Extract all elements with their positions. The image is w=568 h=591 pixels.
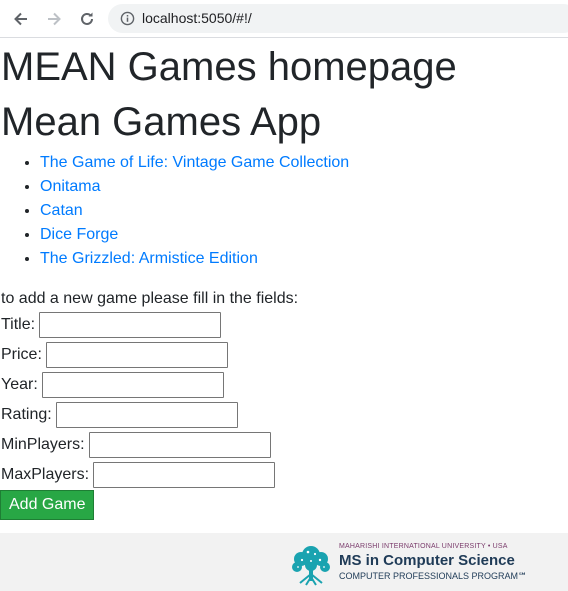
rating-input[interactable]: [55, 402, 238, 428]
info-icon[interactable]: [120, 11, 135, 26]
list-item: Onitama: [40, 175, 349, 199]
form-intro: to add a new game please fill in the fie…: [1, 290, 299, 307]
page-title: MEAN Games homepage: [1, 45, 457, 89]
game-link[interactable]: Dice Forge: [40, 226, 118, 243]
list-item: The Grizzled: Armistice Edition: [40, 247, 349, 271]
list-item: Catan: [40, 199, 349, 223]
logo-program-subtitle: COMPUTER PROFESSIONALS PROGRAM℠: [339, 571, 528, 581]
minplayers-row: MinPlayers:: [1, 430, 271, 460]
university-logo: MAHARISHI INTERNATIONAL UNIVERSITY • USA…: [288, 539, 528, 589]
browser-toolbar: localhost:5050/#!/: [0, 0, 568, 38]
list-item: The Game of Life: Vintage Game Collectio…: [40, 151, 349, 175]
game-link[interactable]: The Game of Life: Vintage Game Collectio…: [40, 154, 349, 171]
app-title: Mean Games App: [1, 100, 322, 144]
tree-icon: [292, 546, 330, 586]
add-game-button[interactable]: Add Game: [0, 490, 95, 520]
minplayers-input[interactable]: [88, 432, 271, 458]
logo-university-text: MAHARISHI INTERNATIONAL UNIVERSITY • USA: [339, 543, 508, 550]
price-label: Price:: [1, 346, 42, 363]
maxplayers-label: MaxPlayers:: [1, 466, 90, 483]
price-input[interactable]: [45, 342, 228, 368]
title-label: Title:: [1, 316, 36, 333]
game-link[interactable]: Onitama: [40, 178, 100, 195]
title-row: Title:: [1, 310, 222, 340]
url-text: localhost:5050/#!/: [142, 10, 252, 26]
year-label: Year:: [1, 376, 38, 393]
logo-program-title: MS in Computer Science: [339, 552, 515, 569]
price-row: Price:: [1, 340, 228, 370]
forward-arrow-icon[interactable]: [41, 6, 67, 32]
address-bar[interactable]: localhost:5050/#!/: [108, 4, 568, 33]
maxplayers-input[interactable]: [93, 462, 276, 488]
game-link[interactable]: The Grizzled: Armistice Edition: [40, 250, 258, 267]
list-item: Dice Forge: [40, 223, 349, 247]
maxplayers-row: MaxPlayers:: [1, 460, 276, 490]
back-arrow-icon[interactable]: [8, 6, 34, 32]
year-row: Year:: [1, 370, 224, 400]
title-input[interactable]: [39, 312, 222, 338]
minplayers-label: MinPlayers:: [1, 436, 85, 453]
footer: MAHARISHI INTERNATIONAL UNIVERSITY • USA…: [0, 533, 568, 591]
rating-row: Rating:: [1, 400, 238, 430]
games-list: The Game of Life: Vintage Game Collectio…: [0, 151, 349, 271]
game-link[interactable]: Catan: [40, 202, 83, 219]
year-input[interactable]: [41, 372, 224, 398]
reload-icon[interactable]: [74, 6, 100, 32]
rating-label: Rating:: [1, 406, 52, 423]
